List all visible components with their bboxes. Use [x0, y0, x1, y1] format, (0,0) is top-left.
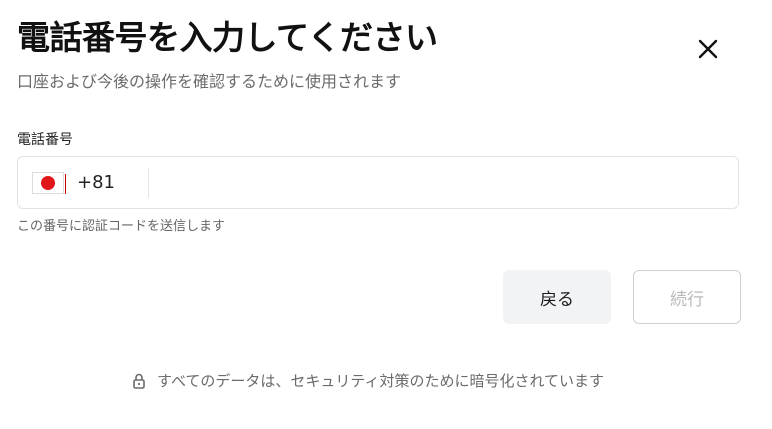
- close-icon: [698, 39, 718, 59]
- dialog-subtitle: 口座および今後の操作を確認するために使用されます: [17, 72, 402, 91]
- field-divider: [148, 168, 149, 198]
- country-code-selector[interactable]: +81: [32, 168, 115, 198]
- phone-number-input[interactable]: [158, 165, 732, 203]
- phone-field-hint: この番号に認証コードを送信します: [17, 219, 226, 234]
- phone-entry-dialog: 電話番号を入力してください 口座および今後の操作を確認するために使用されます 電…: [0, 0, 772, 429]
- dial-code: +81: [77, 172, 115, 193]
- security-note: すべてのデータは、セキュリティ対策のために暗号化されています: [132, 370, 604, 392]
- lock-icon: [132, 373, 146, 389]
- flag-sun-circle: [41, 176, 55, 190]
- close-button[interactable]: [688, 29, 728, 69]
- phone-number-field: +81: [17, 156, 739, 209]
- back-button[interactable]: 戻る: [503, 270, 611, 324]
- phone-field-label: 電話番号: [17, 132, 73, 148]
- japan-flag-icon: [32, 172, 66, 194]
- continue-button[interactable]: 続行: [633, 270, 741, 324]
- security-note-text: すべてのデータは、セキュリティ対策のために暗号化されています: [157, 372, 605, 390]
- dialog-title: 電話番号を入力してください: [17, 18, 438, 57]
